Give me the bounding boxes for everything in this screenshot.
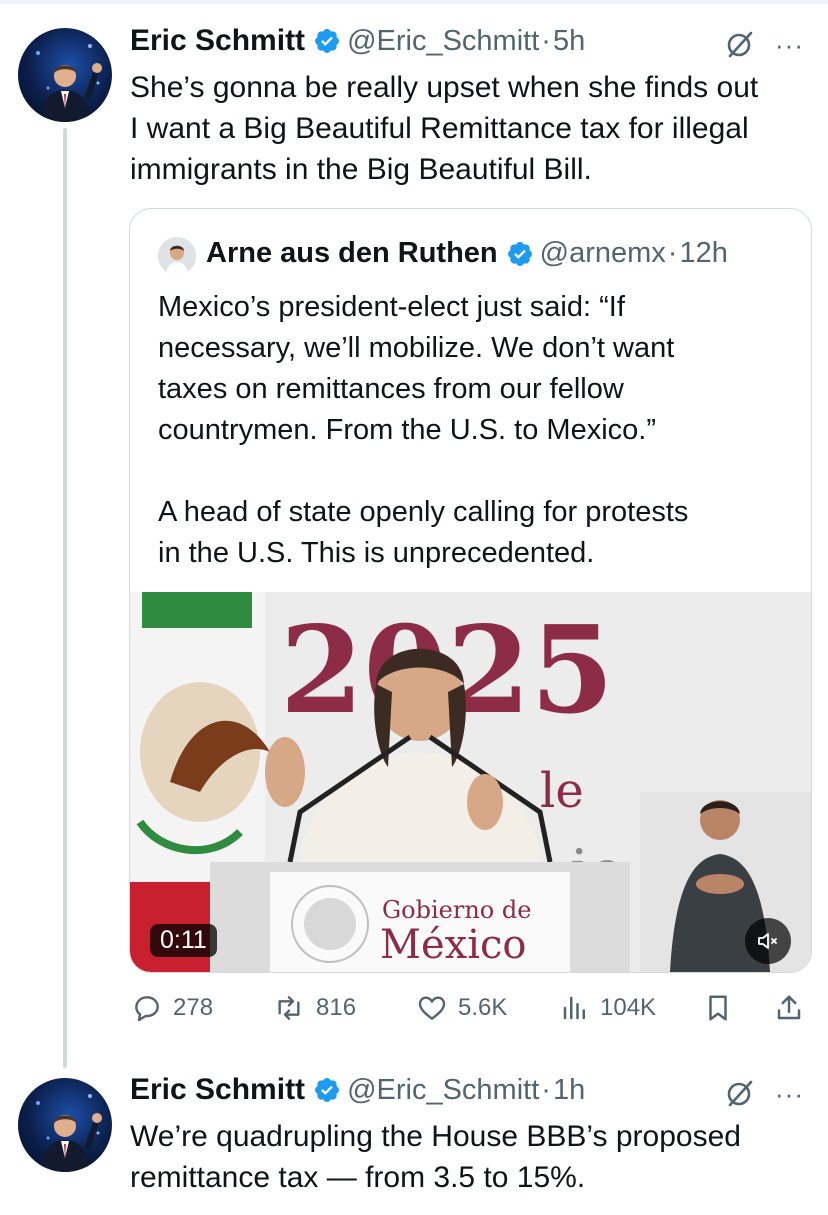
tweet-action-bar: 278 816 5.6K 104K <box>0 990 828 1030</box>
verified-badge-icon <box>313 1076 341 1104</box>
analytics-icon <box>563 996 585 1020</box>
separator-dot: · <box>541 24 551 57</box>
quoted-text-line: in the U.S. This is unprecedented. <box>158 537 595 569</box>
quoted-paragraph-2: A head of state openly calling for prote… <box>158 492 788 574</box>
quoted-author-handle[interactable]: @arnemx <box>540 237 666 270</box>
bookmark-icon <box>709 995 727 1021</box>
tweet-text-line: immigrants in the Big Beautiful Bill. <box>130 153 592 186</box>
author-handle[interactable]: @Eric_Schmitt <box>347 1074 539 1107</box>
speaker-muted-icon <box>758 933 777 949</box>
quoted-text-line: Mexico’s president-elect just said: “If <box>158 291 625 323</box>
author-avatar[interactable] <box>18 28 112 122</box>
heart-icon <box>418 996 446 1020</box>
video-player[interactable]: 2025 le ie Gobierno de México <box>130 592 811 972</box>
view-count: 104K <box>600 994 657 1021</box>
verified-badge-icon <box>313 27 341 55</box>
quoted-text-line: A head of state openly calling for prote… <box>158 496 689 528</box>
quoted-paragraph-1: Mexico’s president-elect just said: “If … <box>158 287 788 451</box>
tweet-text-line: We’re quadrupling the House BBB’s propos… <box>130 1120 741 1153</box>
timestamp[interactable]: 1h <box>553 1074 585 1107</box>
repost-icon <box>278 996 300 1020</box>
tweet-text-line: remittance tax — from 3.5 to 15%. <box>130 1161 586 1194</box>
quoted-text-line: taxes on remittances from our fellow <box>158 373 624 405</box>
quoted-text-line: countrymen. From the U.S. to Mexico.” <box>158 414 656 446</box>
grok-icon[interactable] <box>724 1077 756 1109</box>
banner-fragment-1: le <box>540 763 584 819</box>
reply-button[interactable]: 278 <box>131 992 213 1024</box>
separator-dot: · <box>541 1073 551 1106</box>
reply-count: 278 <box>173 994 214 1021</box>
podium-text-1: Gobierno de <box>382 896 531 924</box>
tweet-text: She’s gonna be really upset when she fin… <box>130 67 820 190</box>
separator-dot: · <box>667 237 678 269</box>
like-count: 5.6K <box>458 994 508 1021</box>
tweet-header: Eric Schmitt @Eric_Schmitt · 5h <box>130 24 585 58</box>
quoted-author-name[interactable]: Arne aus den Ruthen <box>206 237 498 270</box>
tweet-text-line: She’s gonna be really upset when she fin… <box>130 71 759 104</box>
timestamp[interactable]: 5h <box>553 25 585 58</box>
video-duration-badge: 0:11 <box>150 924 217 957</box>
share-button[interactable] <box>774 992 814 1024</box>
share-icon <box>777 995 801 1020</box>
author-name[interactable]: Eric Schmitt <box>130 1073 305 1107</box>
more-options-icon[interactable]: ··· <box>775 1079 804 1110</box>
like-button[interactable]: 5.6K <box>416 992 507 1024</box>
verified-badge-icon <box>506 240 534 268</box>
quoted-tweet-header: Arne aus den Ruthen @arnemx · 12h <box>206 237 728 270</box>
grok-icon[interactable] <box>724 28 756 60</box>
quoted-author-avatar[interactable] <box>158 237 196 275</box>
repost-button[interactable]: 816 <box>272 992 356 1024</box>
tweet-text-line: I want a Big Beautiful Remittance tax fo… <box>130 112 749 145</box>
podium-text-2: México <box>380 922 526 968</box>
reply-icon <box>135 996 159 1022</box>
views-button[interactable]: 104K <box>560 992 656 1024</box>
bookmark-button[interactable] <box>703 992 743 1024</box>
tweet-header: Eric Schmitt @Eric_Schmitt · 1h <box>130 1073 585 1107</box>
tweet-text: We’re quadrupling the House BBB’s propos… <box>130 1116 820 1198</box>
quoted-text-line: necessary, we’ll mobilize. We don’t want <box>158 332 675 364</box>
top-divider <box>0 0 828 4</box>
repost-count: 816 <box>316 994 357 1021</box>
author-avatar[interactable] <box>18 1078 112 1172</box>
video-frame: 2025 le ie Gobierno de México <box>130 592 811 972</box>
mute-button[interactable] <box>745 918 791 964</box>
quoted-timestamp[interactable]: 12h <box>679 237 727 270</box>
more-options-icon[interactable]: ··· <box>775 30 804 61</box>
author-name[interactable]: Eric Schmitt <box>130 24 305 58</box>
quoted-tweet-text: Mexico’s president-elect just said: “If … <box>158 287 788 574</box>
thread-connector-line <box>63 128 67 1068</box>
author-handle[interactable]: @Eric_Schmitt <box>347 25 539 58</box>
quoted-tweet-card[interactable]: Arne aus den Ruthen @arnemx · 12h Mexico… <box>129 208 812 973</box>
